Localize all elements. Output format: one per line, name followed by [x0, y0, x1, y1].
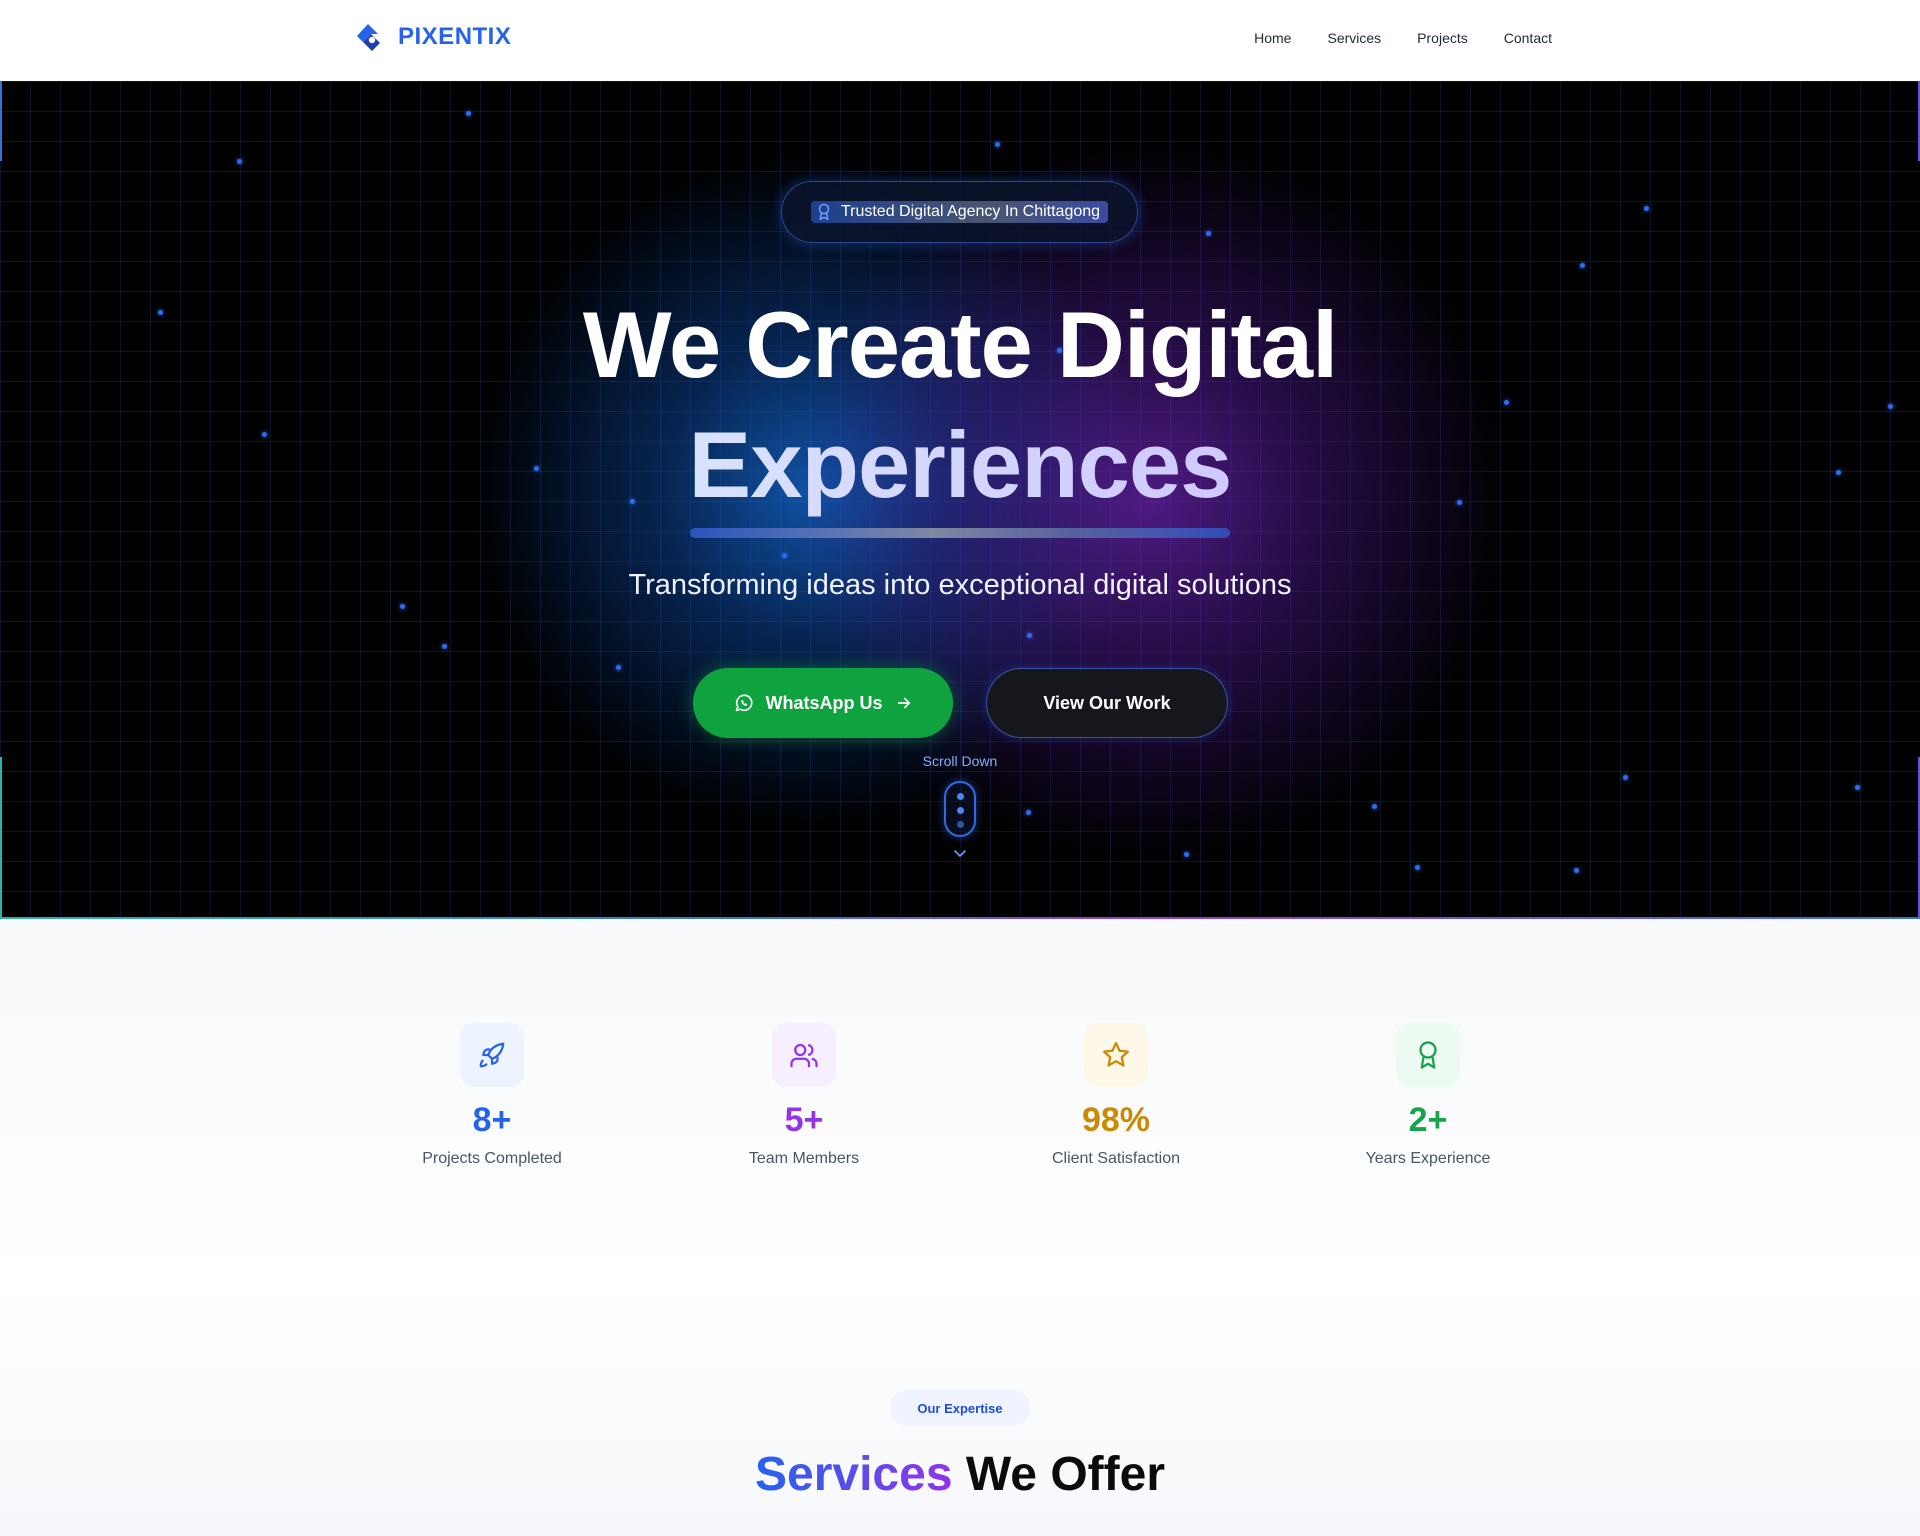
- particle-dot: [1504, 400, 1509, 405]
- hero-title-line1: We Create Digital: [582, 292, 1338, 397]
- users-icon: [772, 1023, 836, 1087]
- stat-value: 5+: [784, 1101, 824, 1139]
- stats-section: 8+ Projects Completed 5+ Team Members 98…: [0, 919, 1920, 1279]
- stat-value: 8+: [472, 1101, 512, 1139]
- particle-dot: [1372, 804, 1377, 809]
- particle-dot: [442, 644, 447, 649]
- hero-edge-accent: [0, 757, 2, 919]
- whatsapp-button-label: WhatsApp Us: [765, 692, 883, 713]
- view-work-button-label: View Our Work: [1043, 692, 1171, 713]
- particle-dot: [1855, 785, 1860, 790]
- section-eyebrow-pill: Our Expertise: [890, 1390, 1030, 1426]
- award-icon: [1396, 1023, 1460, 1087]
- particle-dot: [466, 111, 471, 116]
- stat-value: 98%: [1081, 1101, 1151, 1139]
- stat-label: Years Experience: [1365, 1150, 1491, 1167]
- scroll-indicator-dot: [957, 793, 964, 800]
- particle-dot: [1644, 206, 1649, 211]
- brand-logo[interactable]: PIXENTIX: [354, 22, 511, 52]
- stat-label: Client Satisfaction: [1051, 1150, 1181, 1167]
- hero-title-underline: [690, 528, 1230, 538]
- star-icon: [1084, 1023, 1148, 1087]
- nav-home[interactable]: Home: [1254, 30, 1291, 46]
- particle-dot: [995, 142, 1000, 147]
- particle-dot: [1415, 865, 1420, 870]
- section-eyebrow-text: Our Expertise: [917, 1400, 1003, 1416]
- particle-dot: [616, 665, 621, 670]
- stat-team: 5+ Team Members: [684, 1023, 924, 1168]
- particle-dot: [1574, 868, 1579, 873]
- particle-dot: [1888, 404, 1893, 409]
- particle-dot: [400, 604, 405, 609]
- whatsapp-button[interactable]: WhatsApp Us: [693, 668, 953, 738]
- particle-dot: [782, 553, 787, 558]
- arrow-right-icon: [897, 697, 910, 709]
- whatsapp-icon: [735, 694, 753, 712]
- site-header: PIXENTIX Home Services Projects Contact: [0, 0, 1920, 81]
- agency-badge: Trusted Digital Agency In Chittagong: [781, 181, 1138, 243]
- logo-icon: [357, 24, 380, 51]
- services-heading-rest: We Offer: [952, 1448, 1165, 1501]
- hero-title-line2: Experiences: [0, 411, 1920, 519]
- agency-badge-text: Trusted Digital Agency In Chittagong: [840, 203, 1101, 220]
- rocket-icon: [460, 1023, 524, 1087]
- chevron-down-icon: [954, 850, 966, 857]
- stat-projects: 8+ Projects Completed: [372, 1023, 612, 1168]
- services-heading-highlight: Services: [755, 1448, 953, 1501]
- services-section: Our Expertise Services We Offer: [0, 1279, 1920, 1536]
- main-nav: Home Services Projects Contact: [1254, 30, 1552, 46]
- hero-edge-accent: [0, 81, 2, 161]
- brand-name: PIXENTIX: [398, 23, 512, 50]
- particle-dot: [237, 159, 242, 164]
- particle-dot: [1206, 231, 1211, 236]
- stat-label: Team Members: [748, 1150, 860, 1167]
- hero-section: Trusted Digital Agency In Chittagong We …: [0, 81, 1920, 919]
- nav-contact[interactable]: Contact: [1504, 30, 1552, 46]
- view-work-button[interactable]: View Our Work: [986, 668, 1228, 738]
- scroll-indicator-dot: [957, 821, 964, 828]
- scroll-down-label[interactable]: Scroll Down: [0, 753, 1920, 769]
- particle-dot: [1026, 810, 1031, 815]
- stat-satisfaction: 98% Client Satisfaction: [996, 1023, 1236, 1168]
- award-icon: [818, 203, 830, 221]
- services-heading: Services We Offer: [0, 1447, 1920, 1502]
- stat-value: 2+: [1408, 1101, 1448, 1139]
- particle-dot: [1184, 852, 1189, 857]
- hero-subtitle: Transforming ideas into exceptional digi…: [628, 569, 1292, 601]
- nav-services[interactable]: Services: [1327, 30, 1381, 46]
- stat-label: Projects Completed: [422, 1150, 562, 1167]
- scroll-mouse-icon[interactable]: [944, 781, 976, 837]
- particle-dot: [1580, 263, 1585, 268]
- scroll-indicator-dot: [957, 807, 964, 814]
- particle-dot: [1027, 633, 1032, 638]
- stat-experience: 2+ Years Experience: [1308, 1023, 1548, 1168]
- particle-dot: [1623, 775, 1628, 780]
- nav-projects[interactable]: Projects: [1417, 30, 1468, 46]
- agency-badge-content: Trusted Digital Agency In Chittagong: [810, 201, 1109, 223]
